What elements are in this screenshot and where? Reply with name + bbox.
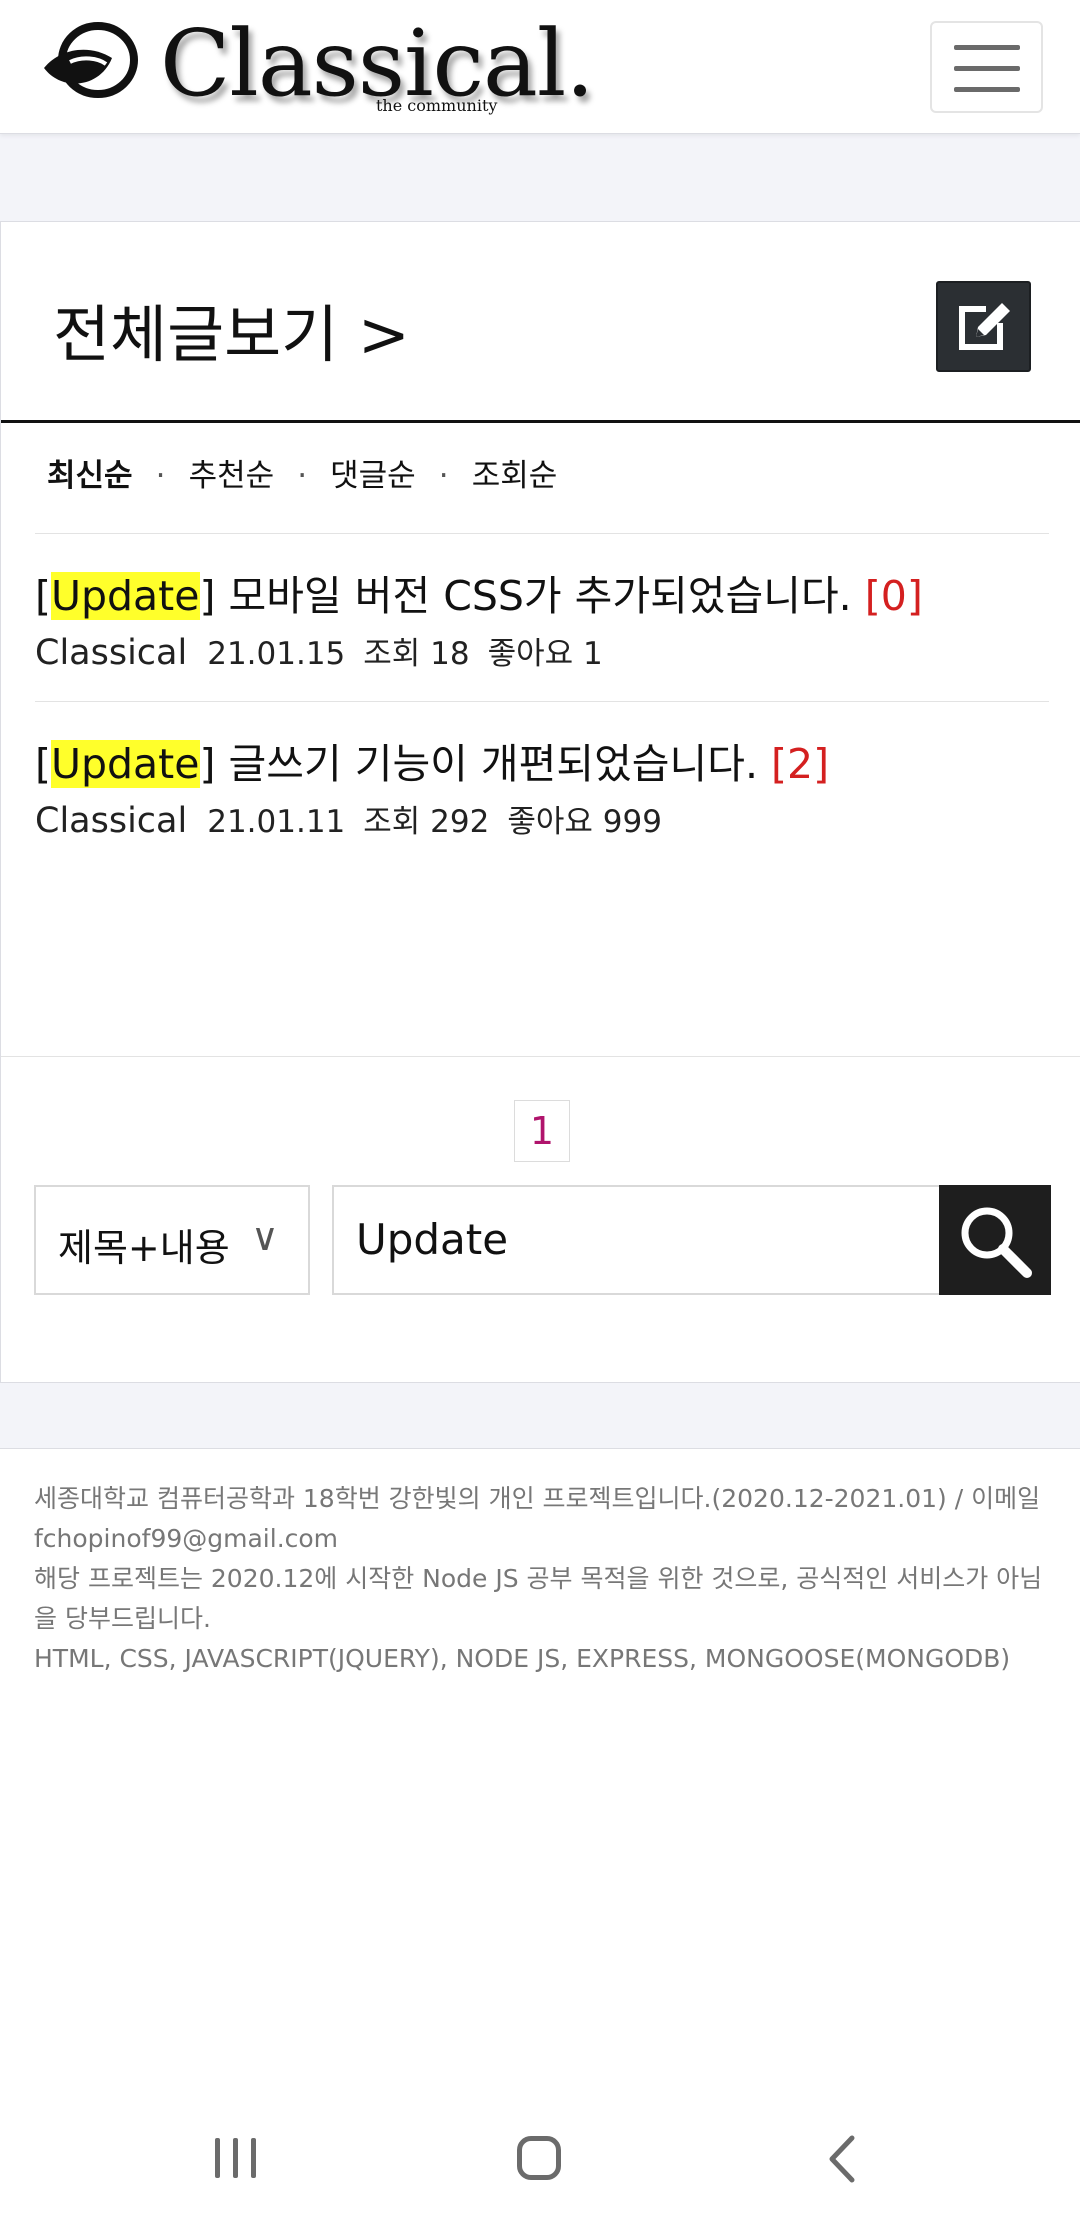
search-input[interactable]: Update — [332, 1185, 942, 1295]
post-author: Classical — [35, 801, 188, 841]
footer-text: 세종대학교 컴퓨터공학과 18학번 강한빛의 개인 프로젝트입니다.(2020.… — [34, 1479, 1048, 1679]
top-bar: Classical. the community — [0, 0, 1080, 134]
search-button[interactable] — [939, 1185, 1051, 1295]
post-likes: 좋아요 999 — [507, 804, 662, 840]
post-comment-count: [2] — [771, 740, 830, 788]
post-list-item[interactable]: [Update] 모바일 버전 CSS가 추가되었습니다. [0] Classi… — [35, 533, 1049, 701]
hamburger-menu-icon-bar — [954, 66, 1020, 71]
search-icon — [961, 1207, 1032, 1278]
post-title[interactable]: [Update] 모바일 버전 CSS가 추가되었습니다. [0] — [35, 562, 923, 622]
footer-line: HTML, CSS, JAVASCRIPT(JQUERY), NODE JS, … — [34, 1644, 1011, 1673]
back-icon[interactable] — [822, 2134, 862, 2184]
post-tag-bracket: [ — [35, 740, 51, 788]
recents-icon-bar — [251, 2138, 256, 2178]
sort-separator: · — [155, 458, 166, 494]
hamburger-menu-icon — [954, 45, 1020, 50]
site-logo[interactable]: Classical. the community — [40, 10, 595, 118]
post-tag-bracket: ] — [199, 572, 216, 620]
search-scope-select[interactable]: 제목+내용 ∨ — [34, 1185, 310, 1295]
board-card: 전체글보기 > 최신순 · 추천순 · 댓글순 · 조회순 [Update] 모바일 버전 … — [0, 221, 1080, 1383]
sort-options: 최신순 · 추천순 · 댓글순 · 조회순 — [47, 450, 557, 500]
sort-views[interactable]: 조회순 — [472, 450, 558, 495]
sort-latest[interactable]: 최신순 — [47, 450, 133, 495]
post-meta: Classical 21.01.15 조회 18 좋아요 1 — [35, 628, 621, 673]
post-views: 조회 18 — [363, 636, 470, 672]
sort-separator: · — [297, 458, 308, 494]
footer-line: 세종대학교 컴퓨터공학과 18학번 강한빛의 개인 프로젝트입니다.(2020.… — [34, 1484, 1041, 1553]
sort-comments[interactable]: 댓글순 — [330, 450, 416, 495]
home-icon[interactable] — [517, 2136, 561, 2180]
post-tag-bracket: ] — [199, 740, 216, 788]
classical-logo-mark-icon — [44, 22, 138, 98]
pagination-divider — [1, 1056, 1080, 1057]
search-scope-label: 제목+내용 — [58, 1226, 230, 1270]
footer: 세종대학교 컴퓨터공학과 18학번 강한빛의 개인 프로젝트입니다.(2020.… — [0, 1448, 1080, 2148]
hamburger-menu-button[interactable] — [930, 21, 1043, 113]
post-likes: 좋아요 1 — [487, 636, 603, 672]
system-nav-bar — [0, 2100, 1080, 2220]
post-author: Classical — [35, 633, 188, 673]
hamburger-menu-icon-bar — [954, 87, 1020, 92]
recents-icon-bar — [233, 2138, 238, 2178]
post-meta: Classical 21.01.11 조회 292 좋아요 999 — [35, 796, 680, 841]
edit-icon — [959, 299, 1014, 350]
page-number-1[interactable]: 1 — [514, 1100, 570, 1162]
post-title[interactable]: [Update] 글쓰기 기능이 개편되었습니다. [2] — [35, 730, 829, 790]
chevron-down-icon: ∨ — [251, 1215, 279, 1259]
post-title-text: 모바일 버전 CSS가 추가되었습니다. — [215, 572, 865, 620]
page-title[interactable]: 전체글보기 > — [53, 284, 410, 374]
footer-line: 해당 프로젝트는 2020.12에 시작한 Node JS 공부 목적을 위한 … — [34, 1564, 1043, 1633]
logo-subtitle: the community — [376, 96, 498, 115]
post-list-item[interactable]: [Update] 글쓰기 기능이 개편되었습니다. [2] Classical 2… — [35, 701, 1049, 869]
sort-separator: · — [438, 458, 449, 494]
post-date: 21.01.11 — [207, 804, 346, 840]
post-tag-bracket: [ — [35, 572, 51, 620]
write-post-button[interactable] — [936, 281, 1031, 372]
post-tag: Update — [51, 572, 200, 620]
recents-icon-bar — [215, 2138, 220, 2178]
title-divider — [1, 420, 1080, 423]
recents-icon[interactable] — [215, 2138, 257, 2178]
sort-recommended[interactable]: 추천순 — [189, 450, 275, 495]
post-tag: Update — [51, 740, 200, 788]
post-views: 조회 292 — [363, 804, 490, 840]
post-comment-count: [0] — [864, 572, 923, 620]
post-title-text: 글쓰기 기능이 개편되었습니다. — [215, 740, 772, 788]
post-date: 21.01.15 — [207, 636, 346, 672]
